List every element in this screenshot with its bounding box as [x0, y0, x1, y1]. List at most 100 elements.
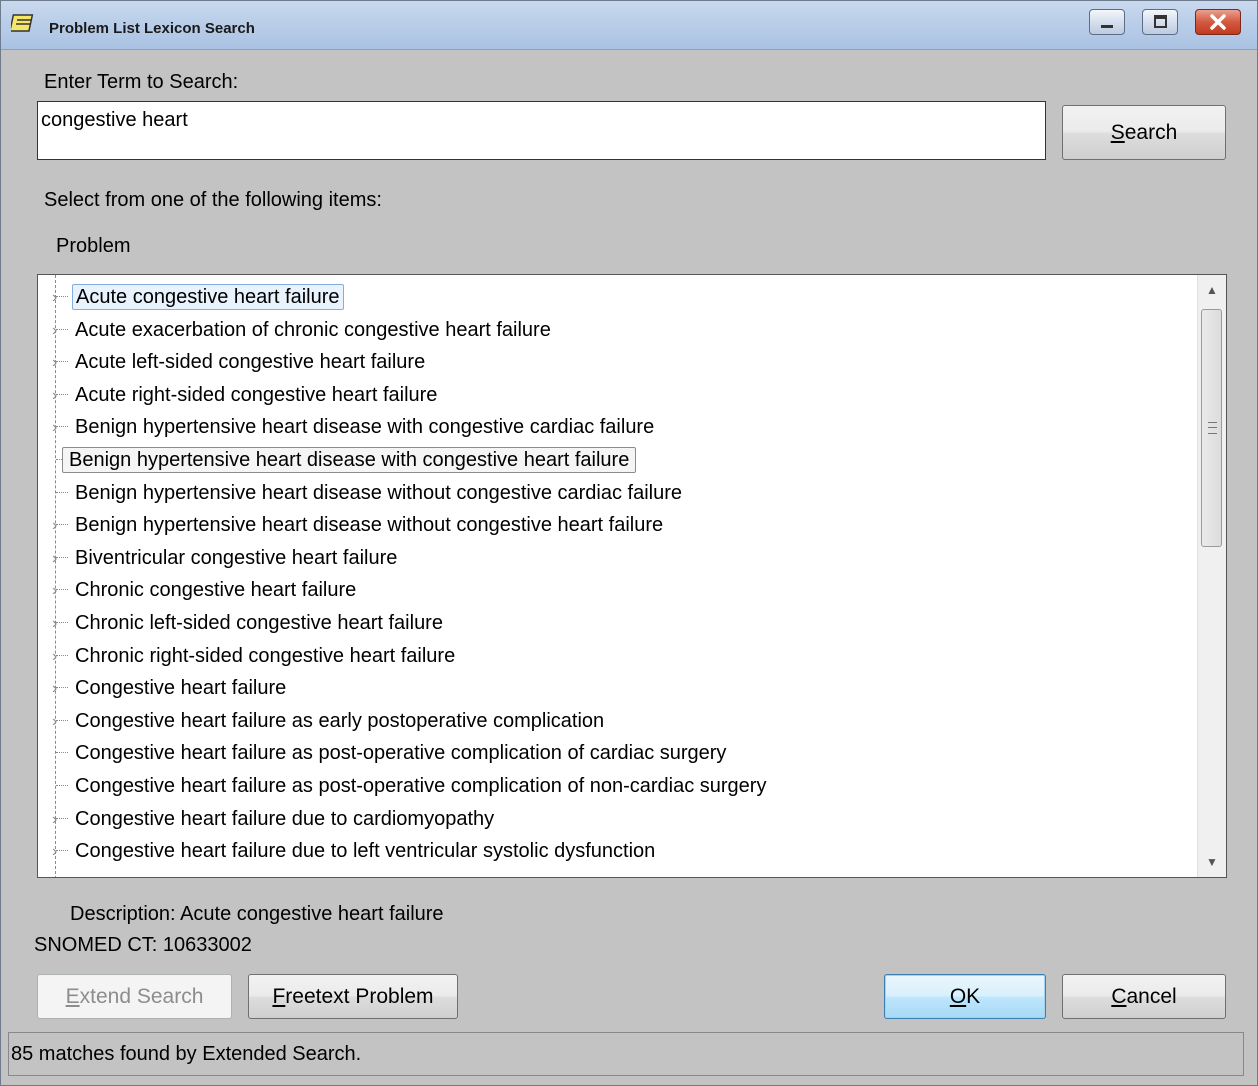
- tree-item-label: Acute exacerbation of chronic congestive…: [75, 318, 551, 341]
- description-row: Description: Acute congestive heart fail…: [70, 903, 444, 926]
- minimize-icon: [1101, 25, 1113, 28]
- cancel-mnemonic: C: [1111, 985, 1127, 1008]
- ok-mnemonic: O: [949, 985, 967, 1008]
- search-button[interactable]: Search: [1062, 105, 1226, 160]
- tree-connector: [56, 296, 68, 297]
- tree-item[interactable]: › Acute left-sided congestive heart failu…: [38, 346, 1198, 378]
- tree-item-label: Acute right-sided congestive heart failu…: [75, 383, 438, 406]
- tree-item[interactable]: › Acute exacerbation of chronic congestiv…: [38, 314, 1198, 346]
- expand-chevron-icon[interactable]: ›: [52, 615, 57, 633]
- tree-connector: [56, 361, 68, 363]
- tree-connector: [56, 719, 68, 721]
- tree-item[interactable]: › Benign hypertensive heart disease with …: [38, 411, 1198, 443]
- description-label: Description:: [70, 903, 176, 925]
- expand-chevron-icon[interactable]: ›: [52, 680, 57, 698]
- tree-item[interactable]: › Benign hypertensive heart disease witho…: [38, 509, 1198, 541]
- search-prompt-label: Enter Term to Search:: [44, 71, 239, 93]
- expand-chevron-icon[interactable]: ›: [52, 387, 57, 405]
- minimize-button[interactable]: [1089, 9, 1125, 35]
- tree-item[interactable]: Benign hypertensive heart disease with c…: [38, 444, 1198, 476]
- tree-connector: [56, 524, 68, 526]
- expand-chevron-icon[interactable]: ›: [52, 843, 57, 861]
- tree-item[interactable]: › Congestive heart failure due to cardiom…: [38, 803, 1198, 835]
- snomed-label: SNOMED CT:: [34, 934, 158, 956]
- title-bar[interactable]: Problem List Lexicon Search: [1, 1, 1257, 50]
- tree-item-label: Benign hypertensive heart disease withou…: [75, 514, 664, 537]
- tree-connector: [56, 850, 68, 852]
- close-icon: [1210, 14, 1226, 30]
- tree-item[interactable]: › Congestive heart failure as early posto…: [38, 705, 1198, 737]
- notepad-icon: [9, 12, 37, 34]
- ok-button[interactable]: OK: [884, 974, 1046, 1019]
- expand-chevron-icon[interactable]: ›: [52, 550, 57, 568]
- search-button-mnemonic: S: [1110, 121, 1125, 144]
- cancel-button[interactable]: Cancel: [1062, 974, 1226, 1019]
- tree-connector: [56, 426, 68, 428]
- tree-item[interactable]: › Chronic left-sided congestive heart fai…: [38, 607, 1198, 639]
- status-bar: 85 matches found by Extended Search.: [8, 1032, 1244, 1076]
- snomed-value: 10633002: [162, 934, 252, 956]
- expand-chevron-icon[interactable]: ›: [52, 811, 57, 829]
- tree-item[interactable]: › Acute right-sided congestive heart fail…: [38, 379, 1198, 411]
- expand-chevron-icon[interactable]: ›: [52, 713, 57, 731]
- search-button-label: earch: [1124, 121, 1178, 144]
- expand-chevron-icon[interactable]: ›: [52, 419, 57, 437]
- tree-item-label: Chronic right-sided congestive heart fai…: [75, 644, 456, 667]
- tree-item-label: Congestive heart failure as post-operati…: [75, 775, 767, 797]
- tree-connector: [56, 687, 68, 689]
- tree-connector: [56, 785, 68, 786]
- extend-search-mnemonic: E: [65, 985, 80, 1008]
- tree-item[interactable]: Congestive heart failure as post-operati…: [38, 770, 1198, 802]
- tree-connector: [56, 556, 68, 558]
- tree-item[interactable]: › Chronic congestive heart failure: [38, 574, 1198, 606]
- tree-item-label: Chronic congestive heart failure: [75, 579, 357, 602]
- expand-chevron-icon[interactable]: ›: [52, 517, 57, 535]
- tree-connector: [56, 654, 68, 656]
- extend-search-button[interactable]: Extend Search: [37, 974, 232, 1019]
- snomed-row: SNOMED CT: 10633002: [34, 934, 252, 957]
- tree-item[interactable]: Benign hypertensive heart disease withou…: [38, 477, 1198, 509]
- tree-item[interactable]: Congestive heart failure as post-operati…: [38, 737, 1198, 769]
- tree-item[interactable]: › Chronic right-sided congestive heart fa…: [38, 640, 1198, 672]
- vertical-scrollbar[interactable]: ▲ ▼: [1197, 275, 1226, 877]
- scrollbar-thumb[interactable]: [1201, 309, 1222, 547]
- scroll-down-arrow-icon[interactable]: ▼: [1198, 847, 1226, 877]
- tree-connector: [56, 622, 68, 623]
- search-input[interactable]: congestive heart: [37, 101, 1046, 160]
- freetext-label: reetext Problem: [285, 985, 434, 1008]
- tree-item-label: Acute congestive heart failure: [72, 284, 344, 310]
- expand-chevron-icon[interactable]: ›: [52, 582, 57, 600]
- tree-item[interactable]: › Congestive heart failure: [38, 672, 1198, 704]
- tree-connector: [56, 752, 68, 754]
- tree-item[interactable]: › Acute congestive heart failure: [38, 281, 1198, 313]
- tree-item-label: Congestive heart failure as post-operati…: [75, 742, 727, 765]
- freetext-problem-button[interactable]: Freetext Problem: [248, 974, 458, 1019]
- tree-item[interactable]: › Congestive heart failure due to left ve…: [38, 835, 1198, 867]
- maximize-button[interactable]: [1142, 9, 1178, 35]
- lexicon-search-window: Problem List Lexicon Search Enter Term t…: [0, 0, 1258, 1086]
- expand-chevron-icon[interactable]: ›: [52, 648, 57, 666]
- tree-item-label: Congestive heart failure due to left ven…: [75, 840, 656, 863]
- list-instruction: Select from one of the following items:: [44, 189, 382, 211]
- expand-chevron-icon[interactable]: ›: [52, 289, 57, 307]
- tree-item-label: Biventricular congestive heart failure: [75, 546, 398, 569]
- tree-item[interactable]: › Biventricular congestive heart failure: [38, 542, 1198, 574]
- extend-search-label: xtend Search: [79, 985, 204, 1008]
- expand-chevron-icon[interactable]: ›: [52, 354, 57, 372]
- tree-item-label: Congestive heart failure: [75, 677, 287, 700]
- tree-connector: [56, 491, 68, 493]
- cancel-label: ancel: [1126, 985, 1177, 1008]
- problem-tree-list[interactable]: › Acute congestive heart failure › Acute ex…: [37, 274, 1227, 878]
- expand-chevron-icon[interactable]: ›: [52, 322, 57, 340]
- scroll-up-arrow-icon[interactable]: ▲: [1198, 275, 1226, 305]
- tree-connector: [56, 393, 68, 395]
- tree-item-label: Congestive heart failure due to cardiomy…: [75, 807, 495, 830]
- close-button[interactable]: [1195, 9, 1241, 35]
- tree-item-label: Benign hypertensive heart disease withou…: [75, 481, 683, 504]
- tree-item-label: Benign hypertensive heart disease with c…: [62, 447, 637, 473]
- ok-label: K: [966, 985, 981, 1008]
- column-header-problem[interactable]: Problem: [56, 235, 130, 258]
- tree-connector: [56, 328, 68, 330]
- window-title: Problem List Lexicon Search: [49, 20, 255, 37]
- tree-connector: [56, 589, 68, 591]
